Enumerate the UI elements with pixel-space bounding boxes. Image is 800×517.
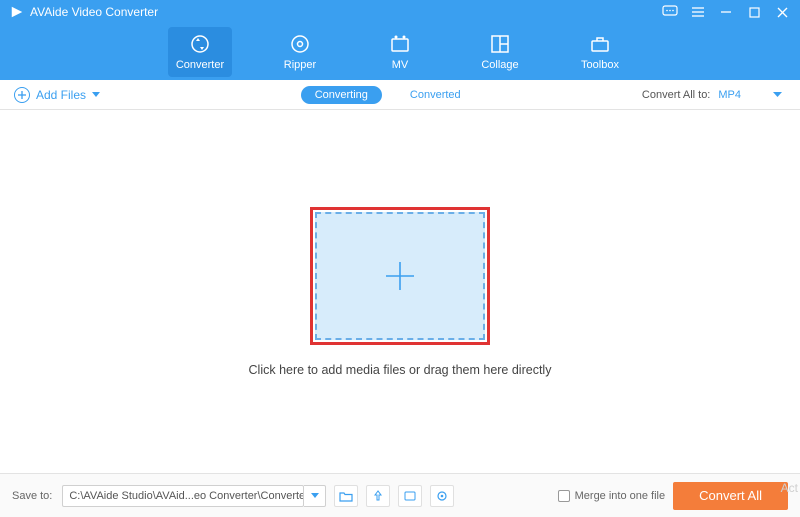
titlebar: AVAide Video Converter	[0, 0, 800, 24]
tab-label: MV	[392, 59, 409, 71]
tab-mv[interactable]: MV	[368, 27, 432, 77]
tab-converting[interactable]: Converting	[301, 86, 382, 104]
mv-icon	[389, 33, 411, 55]
tab-converter[interactable]: Converter	[168, 27, 232, 77]
save-path-value: C:\AVAide Studio\AVAid...eo Converter\Co…	[69, 490, 304, 502]
maximize-icon[interactable]	[746, 4, 762, 20]
minimize-icon[interactable]	[718, 4, 734, 20]
tab-toolbox[interactable]: Toolbox	[568, 27, 632, 77]
dropzone[interactable]	[315, 212, 485, 340]
convert-all-to-label: Convert All to:	[642, 89, 710, 101]
bottom-bar: Save to: C:\AVAide Studio\AVAid...eo Con…	[0, 473, 800, 517]
checkbox-icon	[558, 490, 570, 502]
main-area: Click here to add media files or drag th…	[0, 110, 800, 473]
format-value: MP4	[718, 89, 741, 101]
feedback-icon[interactable]	[662, 4, 678, 20]
tab-label: Toolbox	[581, 59, 619, 71]
chevron-down-icon	[773, 92, 782, 98]
converter-icon	[189, 33, 211, 55]
tab-label: Converter	[176, 59, 224, 71]
convert-all-button[interactable]: Convert All	[673, 482, 788, 510]
tab-converted[interactable]: Converted	[396, 86, 475, 104]
tab-label: Ripper	[284, 59, 316, 71]
merge-label: Merge into one file	[575, 490, 666, 502]
settings-button[interactable]	[430, 485, 454, 507]
app-name-label: AVAide Video Converter	[30, 5, 158, 19]
tab-collage[interactable]: Collage	[468, 27, 532, 77]
merge-checkbox[interactable]: Merge into one file	[558, 490, 666, 502]
dropzone-highlight	[310, 207, 490, 345]
toolbox-icon	[589, 33, 611, 55]
open-folder-button[interactable]	[334, 485, 358, 507]
window-controls	[662, 4, 790, 20]
close-icon[interactable]	[774, 4, 790, 20]
save-to-label: Save to:	[12, 490, 52, 502]
chevron-down-icon	[92, 92, 100, 98]
save-path-field[interactable]: C:\AVAide Studio\AVAid...eo Converter\Co…	[62, 485, 304, 507]
tab-label: Collage	[481, 59, 518, 71]
add-files-button[interactable]: Add Files	[14, 87, 100, 103]
drop-hint-label: Click here to add media files or drag th…	[249, 363, 552, 377]
convert-all-to-selector[interactable]: Convert All to: MP4	[642, 89, 786, 101]
ripper-icon	[289, 33, 311, 55]
enhance-off-button[interactable]	[398, 485, 422, 507]
menu-icon[interactable]	[690, 4, 706, 20]
plus-circle-icon	[14, 87, 30, 103]
big-plus-icon	[382, 258, 418, 294]
save-path-dropdown[interactable]	[304, 485, 326, 507]
add-files-label: Add Files	[36, 88, 86, 102]
compress-off-button[interactable]	[366, 485, 390, 507]
app-title: AVAide Video Converter	[10, 5, 158, 19]
top-nav: Converter Ripper MV Collage Toolbox	[0, 24, 800, 80]
status-tabs: Converting Converted	[301, 86, 475, 104]
tab-ripper[interactable]: Ripper	[268, 27, 332, 77]
convert-all-label: Convert All	[699, 488, 762, 503]
app-logo-icon	[10, 5, 24, 19]
secondary-toolbar: Add Files Converting Converted Convert A…	[0, 80, 800, 110]
collage-icon	[489, 33, 511, 55]
os-watermark: Act	[781, 481, 798, 495]
